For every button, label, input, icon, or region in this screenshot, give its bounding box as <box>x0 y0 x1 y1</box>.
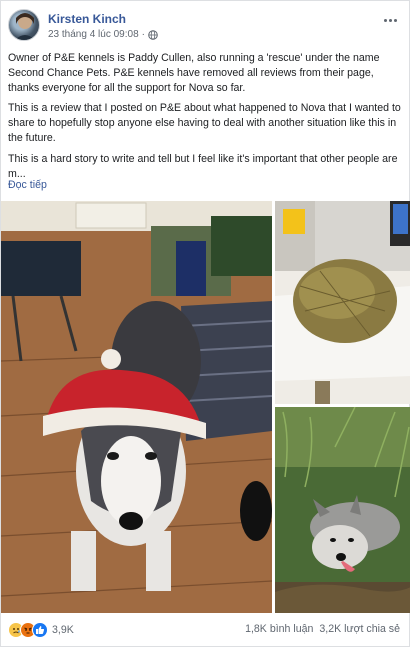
post-footer: 3,9K 1,8K bình luận 3,2K lượt chia sẻ <box>8 620 404 640</box>
like-reaction-icon <box>32 622 48 638</box>
photo-dog-santa-hat[interactable] <box>1 201 272 613</box>
photo-dog-in-grass[interactable] <box>275 407 410 613</box>
comments-count-link[interactable]: 1,8K bình luận <box>245 623 313 635</box>
globe-icon <box>148 29 158 40</box>
reaction-summary[interactable]: 3,9K <box>8 622 74 638</box>
shares-count-link[interactable]: 3,2K lượt chia sẻ <box>319 623 400 635</box>
photo-grid <box>1 201 410 613</box>
post-paragraph-2: This is a review that I posted on P&E ab… <box>8 102 401 144</box>
post-paragraph-3: This is a hard story to write and tell b… <box>8 152 398 180</box>
author-name[interactable]: Kirsten Kinch <box>48 12 126 26</box>
avatar[interactable] <box>8 9 40 41</box>
photo-wrapped-package[interactable] <box>275 201 410 404</box>
engagement-stats: 1,8K bình luận 3,2K lượt chia sẻ <box>245 623 400 635</box>
timestamp[interactable]: 23 tháng 4 lúc 09:08 <box>48 29 139 40</box>
post-card: Kirsten Kinch 23 tháng 4 lúc 09:08 · Own… <box>0 0 410 647</box>
more-options-icon[interactable] <box>380 13 400 27</box>
reaction-count: 3,9K <box>52 624 74 636</box>
post-paragraph-1: Owner of P&E kennels is Paddy Cullen, al… <box>8 52 380 94</box>
post-text: Owner of P&E kennels is Paddy Cullen, al… <box>8 51 404 187</box>
see-more-link[interactable]: Đọc tiếp <box>8 179 47 191</box>
post-header: Kirsten Kinch 23 tháng 4 lúc 09:08 · <box>8 9 404 43</box>
post-meta: 23 tháng 4 lúc 09:08 · <box>48 29 158 40</box>
